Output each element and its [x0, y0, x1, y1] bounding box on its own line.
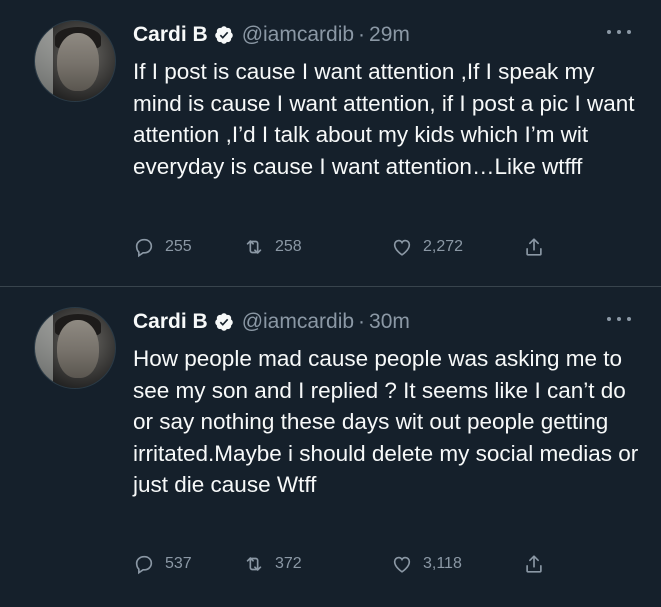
reply-button[interactable]: 255 [133, 234, 192, 260]
like-count: 2,272 [423, 238, 464, 255]
tweet-header: Cardi B @iamcardib · 30m [133, 309, 410, 335]
reply-button[interactable]: 537 [133, 551, 192, 577]
like-button[interactable]: 2,272 [391, 234, 463, 260]
retweet-button[interactable]: 258 [243, 234, 302, 260]
retweet-icon [246, 557, 262, 571]
share-button[interactable] [523, 234, 545, 260]
verified-badge-icon [214, 25, 234, 45]
author-name[interactable]: Cardi B [133, 23, 208, 47]
separator-dot: · [358, 23, 366, 46]
share-button[interactable] [523, 551, 545, 577]
like-icon [393, 556, 411, 573]
like-button[interactable]: 3,118 [391, 551, 462, 577]
verified-badge-icon [214, 312, 234, 332]
avatar-face [57, 33, 99, 91]
timestamp[interactable]: 30m [369, 310, 410, 334]
avatar-face [57, 320, 99, 378]
tweet-text: How people mad cause people was asking m… [133, 346, 639, 497]
reply-icon [135, 555, 153, 575]
avatar[interactable] [34, 20, 116, 102]
more-icon[interactable] [607, 22, 631, 42]
like-icon [393, 239, 411, 256]
author-handle[interactable]: @iamcardib [242, 310, 354, 334]
author-name[interactable]: Cardi B [133, 310, 208, 334]
tweet-actions: 255 258 2,272 [133, 234, 563, 260]
avatar-background [35, 308, 53, 388]
avatar[interactable] [34, 307, 116, 389]
like-count: 3,118 [423, 555, 462, 572]
tweet-text: If I post is cause I want attention ,If … [133, 59, 635, 179]
tweet-actions: 537 372 3,118 [133, 551, 563, 577]
tweet[interactable]: Cardi B @iamcardib · 30m How people mad … [0, 287, 661, 607]
retweet-button[interactable]: 372 [243, 551, 302, 577]
share-icon [526, 238, 542, 256]
retweet-count: 372 [275, 555, 302, 572]
reply-count: 537 [165, 555, 192, 572]
share-icon [526, 555, 542, 573]
retweet-icon [246, 240, 262, 254]
reply-icon [135, 238, 153, 258]
separator-dot: · [358, 310, 366, 333]
reply-count: 255 [165, 238, 192, 255]
author-handle[interactable]: @iamcardib [242, 23, 354, 47]
retweet-count: 258 [275, 238, 302, 255]
tweet-header: Cardi B @iamcardib · 29m [133, 22, 410, 48]
timestamp[interactable]: 29m [369, 23, 410, 47]
tweet[interactable]: Cardi B @iamcardib · 29m If I post is ca… [0, 0, 661, 286]
more-icon[interactable] [607, 309, 631, 329]
avatar-background [35, 21, 53, 101]
